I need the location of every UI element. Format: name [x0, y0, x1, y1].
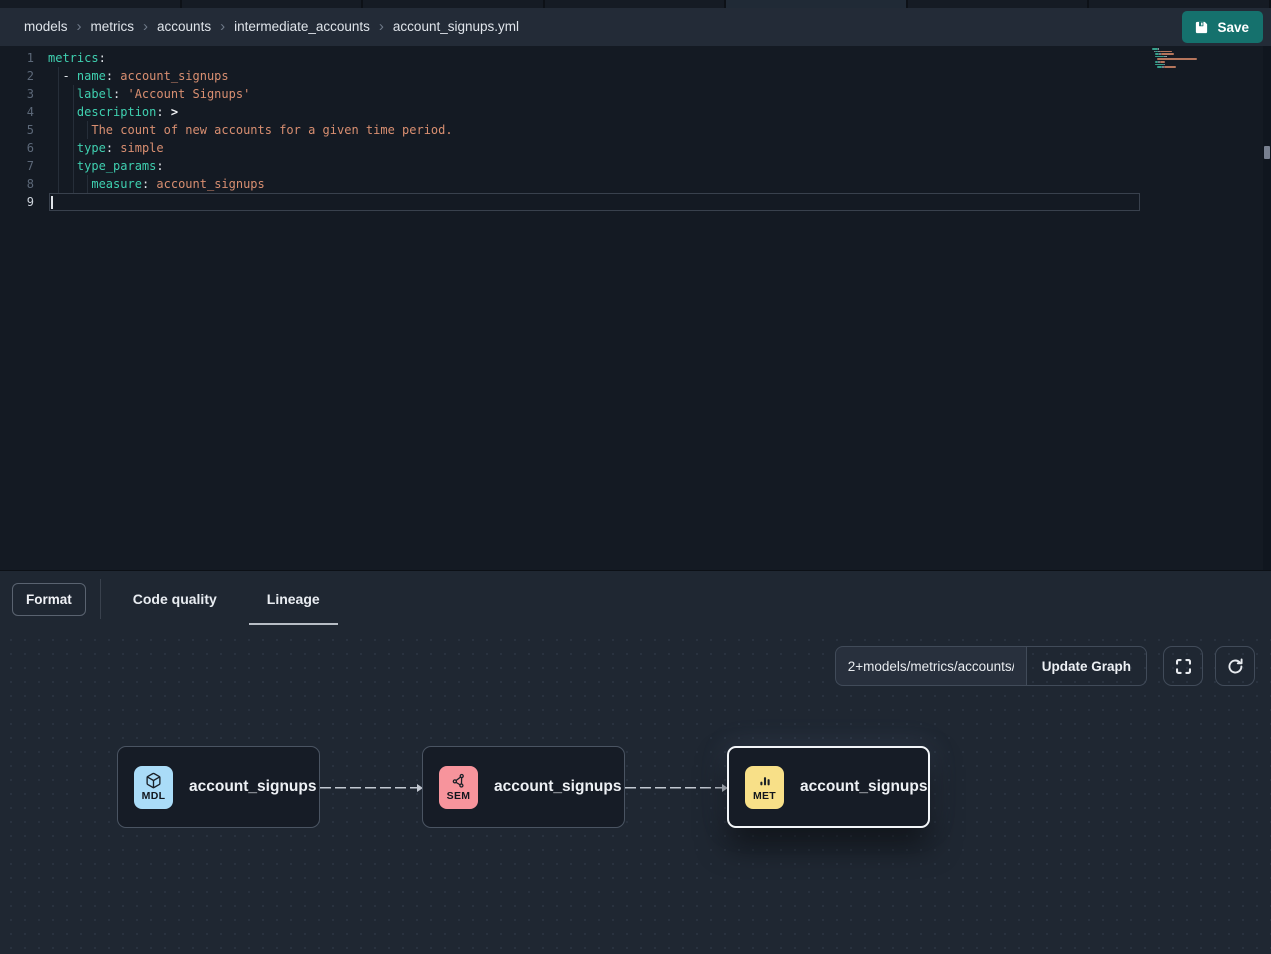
share-nodes-icon — [451, 773, 467, 789]
editor-tab-5[interactable] — [726, 0, 908, 8]
lineage-node-sem[interactable]: SEM account_signups — [422, 746, 625, 828]
mdl-badge: MDL — [134, 766, 173, 809]
code-line-6[interactable]: 6 type: simple — [0, 139, 1263, 157]
lineage-canvas[interactable]: Update Graph MDL account_signups SEM accoun… — [0, 627, 1271, 954]
breadcrumb-item-models[interactable]: models — [24, 19, 68, 34]
code-text: - name: account_signups — [48, 67, 229, 85]
code-text: The count of new accounts for a given ti… — [48, 121, 453, 139]
node-label: account_signups — [189, 778, 316, 796]
code-text: type_params: — [48, 157, 164, 175]
code-text: metrics: — [48, 49, 106, 67]
node-label: account_signups — [494, 778, 621, 796]
line-number: 9 — [0, 193, 48, 211]
text-cursor — [51, 196, 53, 209]
line-number: 5 — [0, 121, 48, 139]
line-number: 6 — [0, 139, 48, 157]
lineage-toolbar: Update Graph — [835, 646, 1255, 686]
line-number: 2 — [0, 67, 48, 85]
code-line-9[interactable]: 9 — [0, 193, 1263, 211]
editor-tab-3[interactable] — [363, 0, 545, 8]
badge-label: SEM — [447, 790, 471, 802]
line-number: 1 — [0, 49, 48, 67]
save-button[interactable]: Save — [1182, 11, 1263, 43]
refresh-button[interactable] — [1215, 646, 1255, 686]
code-text: measure: account_signups — [48, 175, 265, 193]
chevron-right-icon: › — [379, 18, 384, 37]
panel-tab-row: Format Code qualityLineage — [0, 571, 1271, 627]
cube-icon — [145, 772, 162, 789]
editor-tab-2[interactable] — [182, 0, 364, 8]
lineage-edge-1 — [320, 787, 422, 789]
code-text: label: 'Account Signups' — [48, 85, 250, 103]
save-button-label: Save — [1217, 20, 1249, 35]
code-line-7[interactable]: 7 type_params: — [0, 157, 1263, 175]
refresh-icon — [1226, 657, 1245, 676]
editor-tab-strip — [0, 0, 1271, 8]
sem-badge: SEM — [439, 766, 478, 809]
chevron-right-icon: › — [77, 18, 82, 37]
editor-scrollbar[interactable] — [1263, 46, 1271, 570]
lineage-selector-input[interactable] — [835, 646, 1027, 686]
bar-chart-icon — [757, 773, 773, 789]
tab-lineage[interactable]: Lineage — [249, 571, 338, 627]
editor-tab-1[interactable] — [0, 0, 182, 8]
badge-label: MDL — [142, 790, 166, 802]
code-editor[interactable]: 1metrics:2 - name: account_signups3 labe… — [0, 46, 1271, 570]
chevron-right-icon: › — [220, 18, 225, 37]
tab-code-quality[interactable]: Code quality — [115, 571, 235, 627]
lineage-node-mdl[interactable]: MDL account_signups — [117, 746, 320, 828]
code-line-1[interactable]: 1metrics: — [0, 49, 1263, 67]
line-number: 7 — [0, 157, 48, 175]
line-number: 8 — [0, 175, 48, 193]
code-line-5[interactable]: 5 The count of new accounts for a given … — [0, 121, 1263, 139]
code-line-3[interactable]: 3 label: 'Account Signups' — [0, 85, 1263, 103]
breadcrumb-item-accounts[interactable]: accounts — [157, 19, 211, 34]
code-line-4[interactable]: 4 description: > — [0, 103, 1263, 121]
breadcrumb-bar: models › metrics › accounts › intermediate_acc… — [0, 8, 1271, 46]
breadcrumb-item-account-signups-yml[interactable]: account_signups.yml — [393, 19, 519, 34]
chevron-right-icon: › — [143, 18, 148, 37]
lineage-node-met[interactable]: MET account_signups — [727, 746, 930, 828]
scrollbar-handle[interactable] — [1264, 146, 1270, 159]
line-number: 4 — [0, 103, 48, 121]
code-line-2[interactable]: 2 - name: account_signups — [0, 67, 1263, 85]
breadcrumb-item-intermediate-accounts[interactable]: intermediate_accounts — [234, 19, 370, 34]
badge-label: MET — [753, 790, 776, 802]
fullscreen-icon — [1174, 657, 1193, 676]
editor-tab-7[interactable] — [1089, 0, 1271, 8]
minimap[interactable] — [1152, 48, 1262, 71]
breadcrumb: models › metrics › accounts › intermediate_acc… — [24, 18, 519, 36]
editor-tab-4[interactable] — [545, 0, 727, 8]
code-line-8[interactable]: 8 measure: account_signups — [0, 175, 1263, 193]
format-button[interactable]: Format — [12, 583, 86, 616]
lineage-edge-2 — [625, 787, 727, 789]
editor-tab-6[interactable] — [908, 0, 1090, 8]
node-label: account_signups — [800, 778, 927, 796]
code-text: type: simple — [48, 139, 164, 157]
save-icon — [1194, 20, 1209, 35]
bottom-panel: Format Code qualityLineage Update Graph — [0, 570, 1271, 954]
code-text: description: > — [48, 103, 178, 121]
met-badge: MET — [745, 766, 784, 809]
current-line-highlight — [49, 193, 1140, 211]
update-graph-button[interactable]: Update Graph — [1027, 646, 1147, 686]
fullscreen-button[interactable] — [1163, 646, 1203, 686]
breadcrumb-item-metrics[interactable]: metrics — [91, 19, 135, 34]
line-number: 3 — [0, 85, 48, 103]
